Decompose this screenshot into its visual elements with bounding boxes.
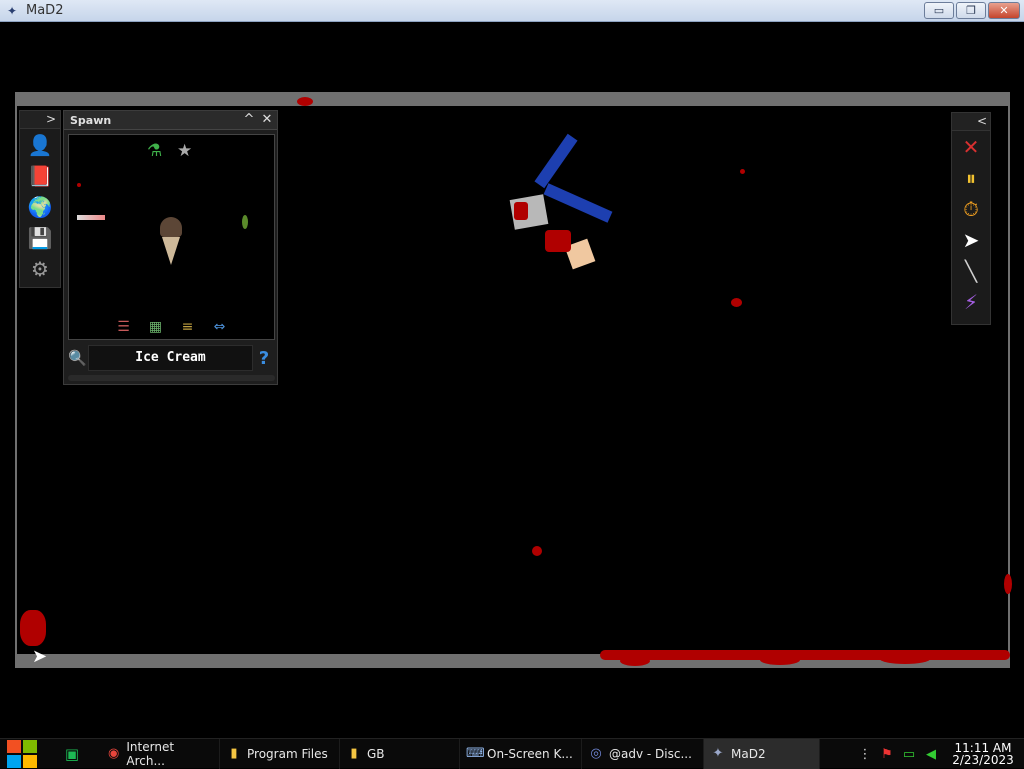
start-button[interactable] bbox=[0, 739, 44, 769]
taskbar-item-label: Program Files bbox=[247, 746, 328, 761]
star-icon[interactable]: ★ bbox=[177, 141, 192, 161]
right-toolbar: < ✕ ⏸ ⏱ ➤ ╲ ⚡ bbox=[951, 112, 991, 325]
world-icon[interactable]: 🌍 bbox=[20, 191, 60, 222]
delete-tool-icon[interactable]: ✕ bbox=[952, 131, 990, 162]
discord-icon: ◎ bbox=[590, 746, 602, 761]
blood-drop bbox=[297, 97, 313, 106]
flag-icon[interactable]: ⚑ bbox=[876, 747, 898, 762]
taskbar-item-discord[interactable]: ◎ @adv - Disc... bbox=[582, 738, 704, 769]
volume-icon[interactable]: ◀ bbox=[920, 747, 942, 762]
blood-drop bbox=[20, 610, 46, 646]
leaf-item-icon[interactable] bbox=[242, 215, 248, 229]
left-toolbar-toggle[interactable]: > bbox=[20, 111, 60, 129]
blood-drop bbox=[620, 656, 650, 666]
blood-drop bbox=[532, 546, 542, 556]
spawn-preview[interactable]: ⚗ ★ ☰ ▦ ≡ ⇔ bbox=[68, 134, 275, 340]
flask-icon[interactable]: ⚗ bbox=[147, 141, 162, 161]
quick-launch-icon[interactable]: ▣ bbox=[44, 745, 100, 763]
close-button[interactable]: ✕ bbox=[988, 2, 1020, 19]
left-toolbar: > 👤 📕 🌍 💾 ⚙ bbox=[19, 110, 61, 288]
pause-icon[interactable]: ⏸ bbox=[952, 162, 990, 193]
blood-drop bbox=[740, 169, 745, 174]
window-title-bar: ✦ MaD2 ▭ ❐ ✕ bbox=[0, 0, 1024, 22]
stopwatch-icon[interactable]: ⏱ bbox=[952, 193, 990, 224]
ragdoll-arm[interactable] bbox=[543, 183, 613, 223]
spawn-panel: Spawn ^ ✕ ⚗ ★ ☰ ▦ ≡ ⇔ 🔍 Ice Cream ? bbox=[63, 110, 278, 385]
swap-arrows-icon[interactable]: ⇔ bbox=[211, 319, 229, 335]
clock[interactable]: 11:11 AM 2/23/2023 bbox=[942, 742, 1024, 766]
taskbar-item-program-files[interactable]: ▮ Program Files bbox=[220, 738, 340, 769]
knife-icon[interactable]: ╲ bbox=[952, 255, 990, 286]
spawn-panel-scrollbar[interactable] bbox=[68, 375, 275, 381]
blood-drop bbox=[731, 298, 742, 307]
blood-splatter bbox=[545, 230, 571, 252]
lightning-icon[interactable]: ⚡ bbox=[952, 286, 990, 317]
grid-view-icon[interactable]: ▦ bbox=[147, 319, 165, 335]
search-icon[interactable]: 🔍 bbox=[68, 349, 88, 367]
taskbar-item-gb[interactable]: ▮ GB bbox=[340, 738, 460, 769]
mouse-cursor-icon: ➤ bbox=[32, 646, 48, 667]
save-icon[interactable]: 💾 bbox=[20, 222, 60, 253]
spawn-toolbar: ☰ ▦ ≡ ⇔ bbox=[69, 319, 274, 335]
sliders-icon[interactable]: ☰ bbox=[115, 319, 133, 335]
blood-splatter bbox=[514, 202, 528, 220]
network-icon[interactable]: ▭ bbox=[898, 747, 920, 762]
system-tray: ⋮ ⚑ ▭ ◀ 11:11 AM 2/23/2023 bbox=[854, 739, 1024, 769]
spawn-panel-header: Spawn ^ ✕ bbox=[64, 111, 277, 130]
minimize-button[interactable]: ▭ bbox=[924, 2, 954, 19]
taskbar-item-on-screen-keyboard[interactable]: ⌨ On-Screen K... bbox=[460, 738, 582, 769]
arena-wall-top bbox=[15, 92, 1010, 106]
restore-button[interactable]: ❐ bbox=[956, 2, 986, 19]
spawn-close-button[interactable]: ✕ bbox=[259, 112, 275, 128]
folder-icon: ▮ bbox=[350, 746, 358, 761]
list-view-icon[interactable]: ≡ bbox=[179, 319, 197, 335]
window-title: MaD2 bbox=[26, 3, 64, 18]
taskbar-item-label: Internet Arch... bbox=[126, 739, 175, 768]
search-input[interactable]: Ice Cream bbox=[88, 345, 253, 371]
blood-drop bbox=[1004, 574, 1012, 594]
app-icon: ✦ bbox=[6, 3, 18, 18]
right-toolbar-toggle[interactable]: < bbox=[952, 113, 990, 131]
knife-item-icon[interactable] bbox=[77, 215, 105, 220]
cursor-icon[interactable]: ➤ bbox=[952, 224, 990, 255]
blood-drop bbox=[77, 183, 81, 187]
taskbar: ▣ ◉ Internet Arch... ▮ Program Files ▮ G… bbox=[0, 738, 1024, 769]
windows-logo-icon bbox=[7, 739, 37, 768]
blood-drop bbox=[760, 655, 800, 665]
arena-wall-left bbox=[15, 92, 17, 668]
help-icon[interactable]: ? bbox=[253, 348, 275, 369]
taskbar-item-label: @adv - Disc... bbox=[609, 746, 692, 761]
blood-pool bbox=[600, 650, 1010, 660]
ragdoll-tool-icon[interactable]: 👤 bbox=[20, 129, 60, 160]
catalog-book-icon[interactable]: 📕 bbox=[20, 160, 60, 191]
taskbar-item-mad2[interactable]: ✦ MaD2 bbox=[704, 738, 820, 769]
ice-cream-item-icon[interactable] bbox=[160, 217, 182, 265]
taskbar-item-label: MaD2 bbox=[731, 746, 766, 761]
blood-drop bbox=[880, 654, 930, 664]
settings-gear-icon[interactable]: ⚙ bbox=[20, 253, 60, 284]
collapse-button[interactable]: ^ bbox=[241, 112, 257, 128]
keyboard-icon: ⌨ bbox=[466, 746, 485, 761]
spawn-panel-title: Spawn bbox=[70, 113, 112, 127]
game-viewport[interactable]: > 👤 📕 🌍 💾 ⚙ Spawn ^ ✕ ⚗ ★ ☰ ▦ ≡ ⇔ 🔍 Ice … bbox=[0, 22, 1024, 738]
clock-date: 2/23/2023 bbox=[952, 753, 1014, 767]
taskbar-item-browser[interactable]: ◉ Internet Arch... bbox=[100, 738, 220, 769]
search-row: 🔍 Ice Cream ? bbox=[68, 345, 275, 371]
taskbar-item-label: GB bbox=[367, 746, 385, 761]
folder-icon: ▮ bbox=[230, 746, 238, 761]
mad2-icon: ✦ bbox=[712, 746, 724, 761]
ragdoll-arm[interactable] bbox=[534, 133, 578, 189]
taskbar-item-label: On-Screen K... bbox=[487, 746, 573, 761]
chrome-icon: ◉ bbox=[108, 746, 120, 761]
overflow-menu-icon[interactable]: ⋮ bbox=[854, 747, 876, 762]
window-controls: ▭ ❐ ✕ bbox=[924, 2, 1020, 19]
